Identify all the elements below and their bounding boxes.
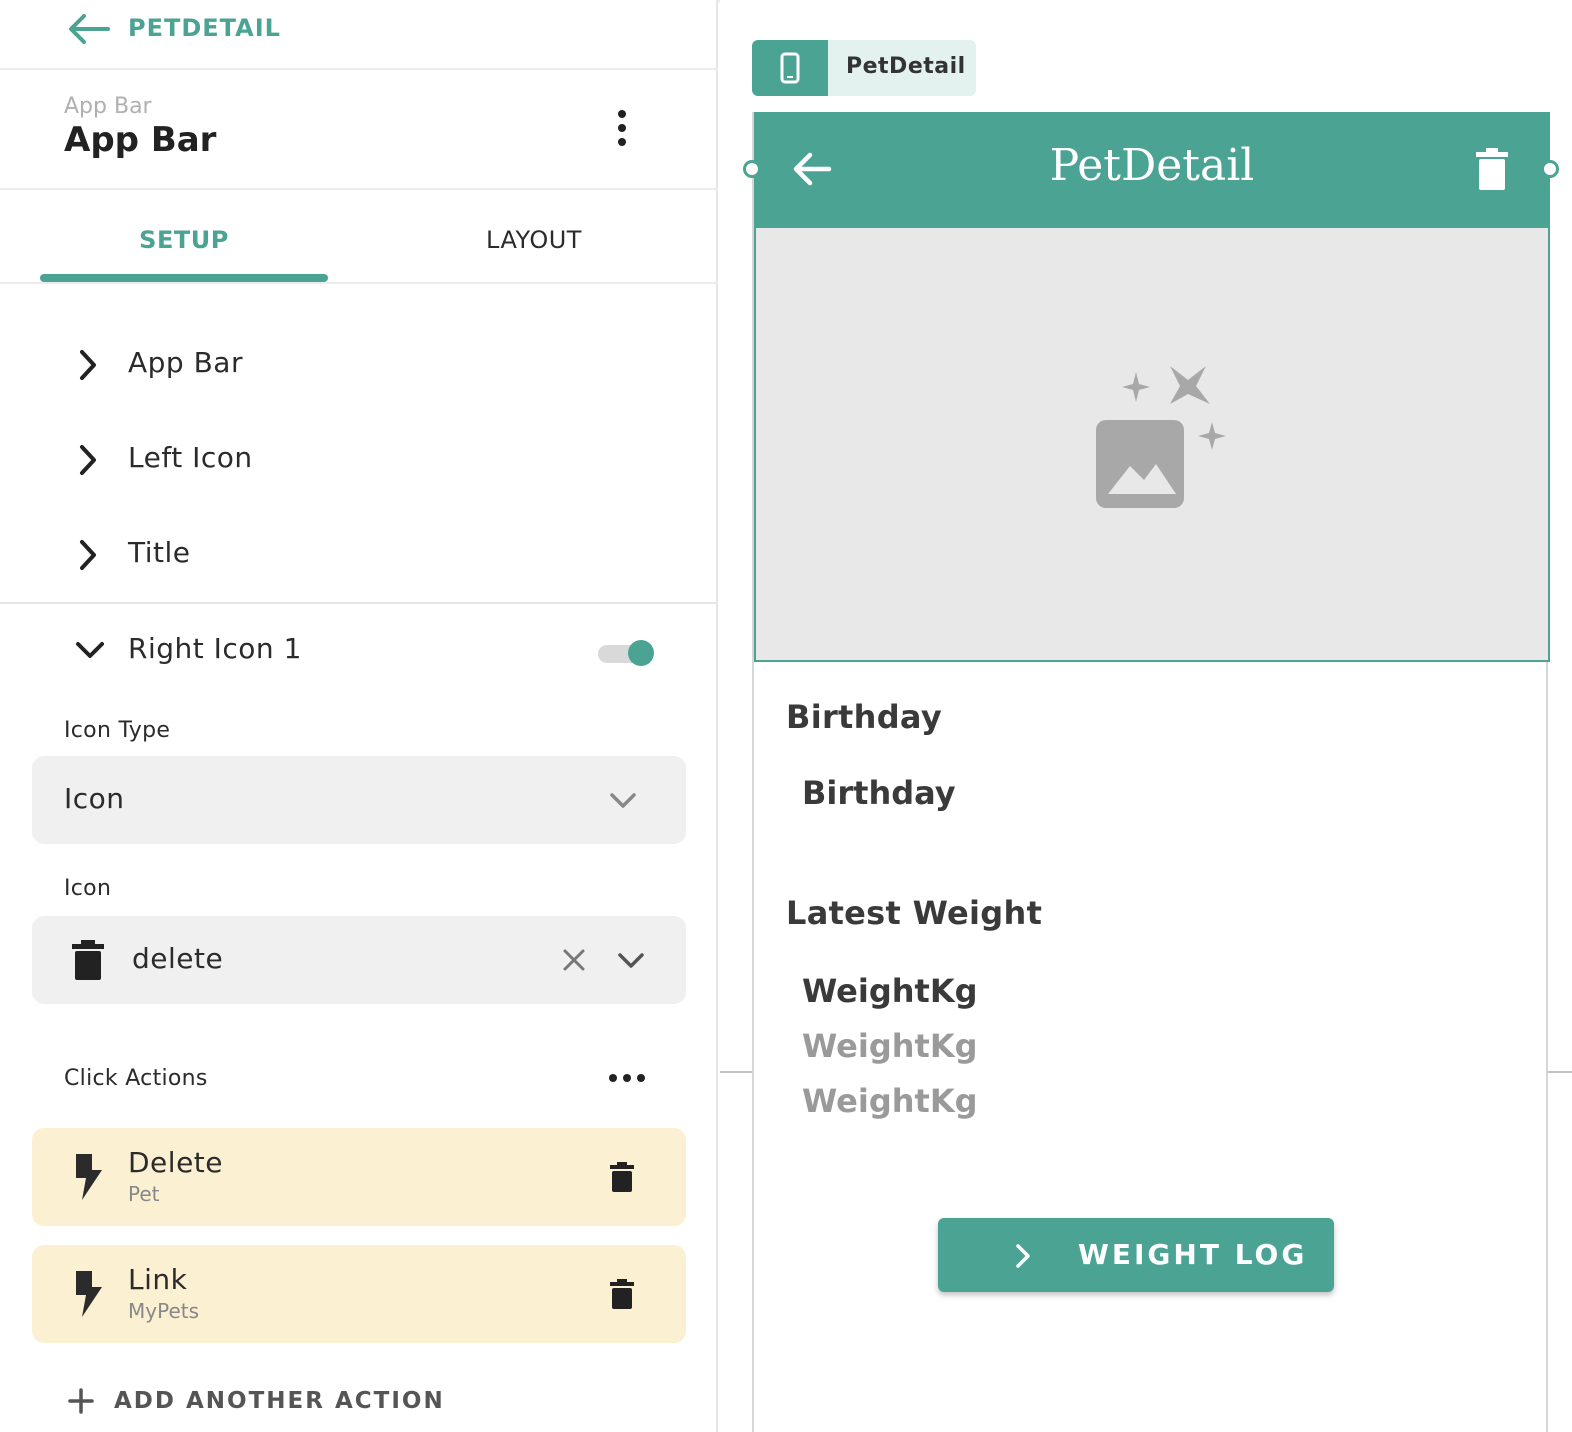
action-item-link[interactable]: Link MyPets — [32, 1245, 686, 1343]
chevron-right-icon — [1016, 1244, 1030, 1268]
action-detail: Pet — [128, 1182, 160, 1206]
weight-item: WeightKg — [802, 972, 978, 1010]
lightning-icon — [76, 1154, 102, 1200]
trash-icon[interactable] — [1476, 148, 1508, 190]
click-actions-label: Click Actions — [64, 1066, 208, 1091]
plus-icon — [68, 1388, 94, 1414]
section-app-bar[interactable]: App Bar — [0, 318, 718, 412]
birthday-heading: Birthday — [786, 698, 942, 736]
page-tag[interactable]: PetDetail — [752, 40, 976, 96]
active-tab-indicator — [40, 274, 328, 282]
panel-top-nav: PETDETAIL — [0, 0, 718, 70]
icon-type-value: Icon — [64, 782, 125, 815]
arrow-left-icon[interactable] — [66, 12, 110, 46]
icon-label: Icon — [64, 876, 112, 901]
connector-line — [720, 1071, 752, 1073]
icon-type-select[interactable]: Icon — [32, 756, 686, 844]
panel-subtitle: App Bar — [64, 94, 152, 119]
chevron-right-icon — [80, 540, 96, 570]
weight-item: WeightKg — [802, 1027, 978, 1065]
weight-log-label: WEIGHT LOG — [1078, 1238, 1308, 1271]
section-label: Right Icon 1 — [128, 632, 302, 665]
lightning-icon — [76, 1271, 102, 1317]
section-right-icon-1[interactable]: Right Icon 1 — [0, 604, 718, 698]
section-label: App Bar — [128, 346, 243, 379]
image-placeholder[interactable] — [754, 228, 1550, 662]
tab-layout[interactable]: LAYOUT — [390, 226, 678, 254]
trash-icon[interactable] — [610, 1279, 634, 1309]
properties-panel: PETDETAIL App Bar App Bar SETUP LAYOUT A… — [0, 0, 718, 1432]
chevron-right-icon — [80, 445, 96, 475]
chevron-down-icon — [76, 642, 104, 658]
action-name: Link — [128, 1263, 188, 1296]
phone-icon — [780, 52, 800, 84]
page-tag-icon-box — [752, 40, 828, 96]
canvas-area: PetDetail PetDetail Birthday Birthday La… — [720, 0, 1572, 1432]
tab-setup[interactable]: SETUP — [40, 226, 328, 254]
section-left-icon[interactable]: Left Icon — [0, 413, 718, 507]
section-title[interactable]: Title — [0, 508, 718, 602]
section-label: Title — [128, 536, 191, 569]
resize-handle-left[interactable] — [743, 160, 761, 178]
icon-select[interactable]: delete — [32, 916, 686, 1004]
section-label: Left Icon — [128, 441, 253, 474]
more-horizontal-icon[interactable] — [606, 1066, 648, 1090]
trash-icon — [72, 940, 104, 980]
breadcrumb[interactable]: PETDETAIL — [128, 14, 281, 42]
preview-app-bar-title: PetDetail — [1049, 140, 1255, 191]
right-icon-toggle[interactable] — [596, 638, 656, 668]
latest-weight-heading: Latest Weight — [786, 894, 1043, 932]
device-preview: PetDetail Birthday Birthday Latest Weigh… — [743, 112, 1559, 1432]
connector-line — [1548, 1071, 1572, 1073]
page-tag-name: PetDetail — [846, 54, 966, 79]
chevron-down-icon — [618, 953, 644, 968]
image-placeholder-icon — [1096, 366, 1226, 508]
toggle-knob — [628, 640, 654, 666]
birthday-value: Birthday — [802, 774, 956, 812]
trash-icon[interactable] — [610, 1162, 634, 1192]
chevron-right-icon — [80, 350, 96, 380]
action-name: Delete — [128, 1146, 223, 1179]
resize-handle-right[interactable] — [1541, 160, 1559, 178]
close-icon[interactable] — [560, 946, 588, 974]
panel-title: App Bar — [64, 120, 217, 160]
add-action-label: ADD ANOTHER ACTION — [114, 1388, 445, 1414]
tab-bar: SETUP LAYOUT — [0, 190, 718, 284]
chevron-down-icon — [610, 793, 636, 808]
arrow-left-icon[interactable] — [792, 150, 832, 188]
weight-log-button[interactable]: WEIGHT LOG — [938, 1218, 1334, 1292]
icon-type-label: Icon Type — [64, 718, 171, 743]
action-item-delete[interactable]: Delete Pet — [32, 1128, 686, 1226]
icon-value: delete — [132, 942, 224, 975]
kebab-menu-icon[interactable] — [606, 106, 638, 150]
weight-item: WeightKg — [802, 1082, 978, 1120]
preview-app-bar[interactable]: PetDetail — [754, 112, 1550, 228]
panel-header: App Bar App Bar — [0, 70, 718, 190]
app-builder-screen: PETDETAIL App Bar App Bar SETUP LAYOUT A… — [0, 0, 1572, 1432]
action-detail: MyPets — [128, 1299, 200, 1323]
